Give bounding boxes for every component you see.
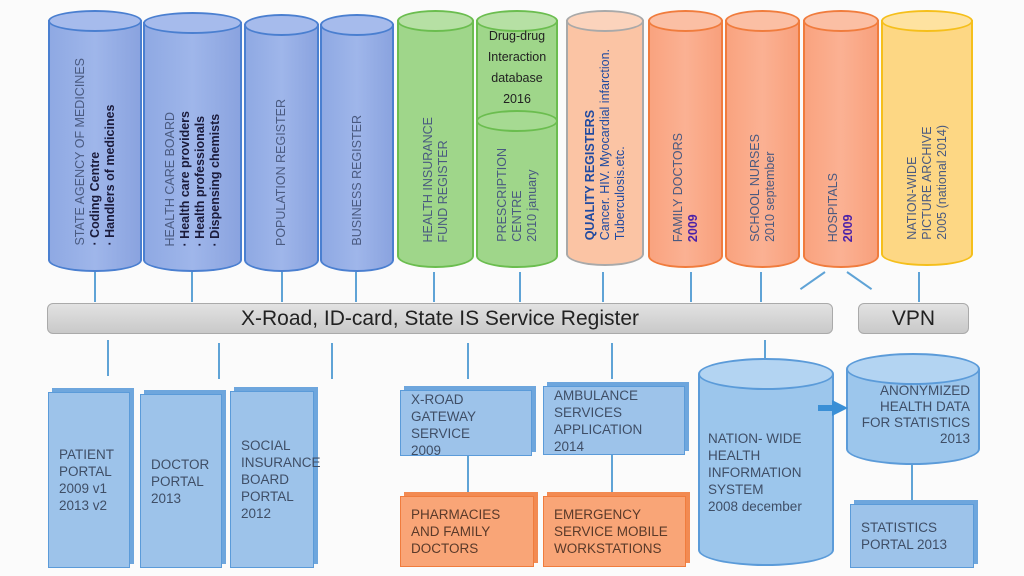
register-health-care-board: HEALTH CARE BOARD · Health care providers… [143, 12, 242, 272]
connector [281, 272, 283, 302]
connector [519, 272, 521, 302]
connector [760, 272, 762, 302]
arrow-right-icon [818, 400, 848, 416]
register-quality: QUALITY REGISTERS Cancer. HIV. Myocardial… [566, 10, 644, 266]
doctor-portal: DOCTOR PORTAL 2013 [140, 394, 222, 568]
social-insurance-portal: SOCIAL INSURANCE BOARD PORTAL 2012 [230, 391, 321, 568]
connector [467, 343, 469, 379]
connector [331, 343, 333, 379]
patient-portal: PATIENT PORTAL 2009 v1 2013 v2 [48, 392, 130, 568]
vpn-label: VPN [891, 306, 936, 330]
drug-interaction-divider [476, 110, 558, 132]
register-health-insurance-fund: HEALTH INSURANCE FUND REGISTER [397, 10, 474, 268]
vpn-bus: VPN [858, 303, 969, 334]
register-business: BUSINESS REGISTER [320, 14, 394, 272]
xroad-bus: X-Road, ID-card, State IS Service Regist… [47, 303, 833, 334]
xroad-gateway-service: X-ROAD GATEWAY SERVICE 2009 [400, 390, 532, 458]
connector [611, 455, 613, 492]
connector [191, 272, 193, 302]
connector [799, 271, 826, 291]
anonymized-health-data: ANONYMIZED HEALTH DATA FOR STATISTICS 20… [846, 353, 980, 465]
connector [911, 460, 913, 500]
connector [918, 272, 920, 302]
register-population: POPULATION REGISTER [244, 14, 319, 272]
ambulance-services-application: AMBULANCE SERVICES APPLICATION 2014 [543, 386, 685, 455]
register-prescription-centre: Drug-drug Interaction database 2016 PRESCRI… [476, 10, 558, 268]
register-hospitals: HOSPITALS 2009 [803, 10, 879, 268]
connector [218, 343, 220, 379]
register-school-nurses: SCHOOL NURSES 2010 september [725, 10, 800, 268]
statistics-portal: STATISTICS PORTAL 2013 [850, 504, 974, 568]
pharmacies-and-family-doctors: PHARMACIES AND FAMILY DOCTORS [400, 496, 534, 567]
register-family-doctors: FAMILY DOCTORS 2009 [648, 10, 723, 268]
connector [611, 343, 613, 379]
drug-interaction-database: Drug-drug Interaction database 2016 [487, 29, 547, 106]
register-state-agency-of-medicines: STATE AGENCY OF MEDICINES · Coding Centre… [48, 10, 142, 272]
register-picture-archive: NATION-WIDE PICTURE ARCHIVE 2005 (national… [881, 10, 973, 266]
connector [602, 272, 604, 302]
connector [690, 272, 692, 302]
connector [467, 456, 469, 492]
xroad-bus-label: X-Road, ID-card, State IS Service Regist… [241, 306, 639, 330]
emergency-service-workstations: EMERGENCY SERVICE MOBILE WORKSTATIONS [543, 496, 686, 567]
nation-wide-health-information-system: NATION- WIDE HEALTH INFORMATION SYSTEM 2… [698, 358, 834, 566]
connector [355, 272, 357, 302]
connector [433, 272, 435, 302]
connector [107, 340, 109, 376]
connector [846, 271, 873, 291]
connector [94, 272, 96, 302]
